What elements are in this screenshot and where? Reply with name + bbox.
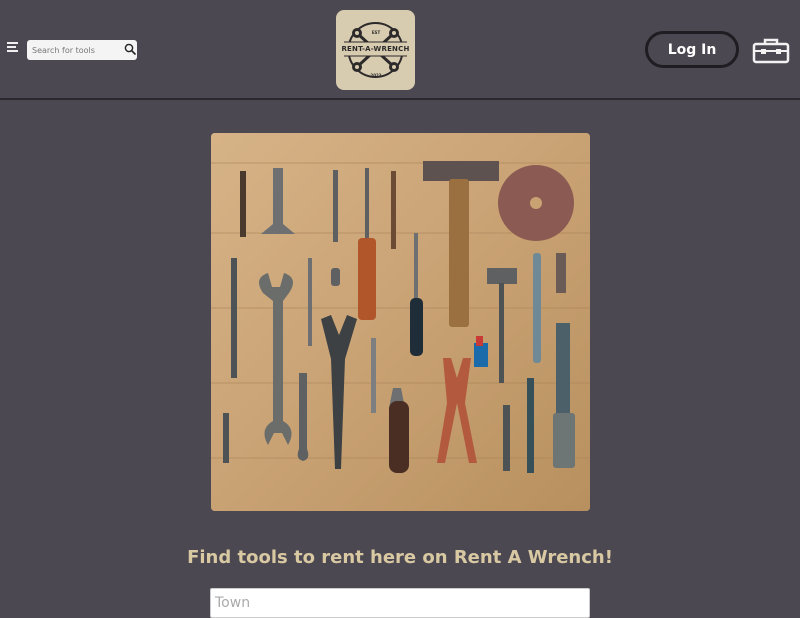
logo-text: RENT-A-WRENCH <box>341 45 410 53</box>
menu-icon[interactable] <box>7 42 20 54</box>
site-header: EST RENT-A-WRENCH 2023 Log In <box>0 0 800 100</box>
logo-year-text: 2023 <box>370 73 382 78</box>
search-icon[interactable] <box>124 43 136 55</box>
search-input[interactable] <box>27 40 123 60</box>
logo-est-text: EST <box>371 30 381 35</box>
login-button[interactable]: Log In <box>645 31 739 68</box>
page-tagline: Find tools to rent here on Rent A Wrench… <box>187 547 613 568</box>
search-bar <box>27 40 137 60</box>
tools-photo <box>211 133 590 511</box>
town-input[interactable] <box>210 588 590 618</box>
toolbox-icon[interactable] <box>752 36 790 64</box>
site-logo[interactable]: EST RENT-A-WRENCH 2023 <box>336 10 415 90</box>
hero-tools-image <box>211 133 590 511</box>
